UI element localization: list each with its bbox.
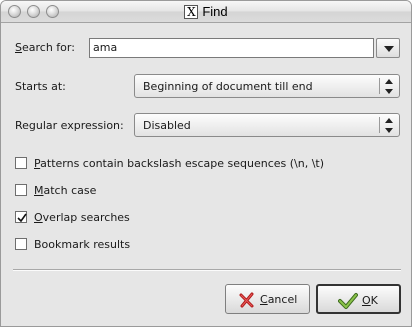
- up-down-arrows-icon: [385, 79, 394, 94]
- separator: [13, 269, 401, 271]
- option-label: Overlap searches: [34, 211, 130, 224]
- starts-at-select[interactable]: Beginning of document till end: [134, 74, 400, 98]
- checkbox[interactable]: [15, 184, 27, 196]
- search-input[interactable]: ama: [89, 38, 374, 58]
- ok-label: OK: [362, 294, 378, 307]
- option-label: Bookmark results: [34, 238, 131, 251]
- title-bar: X Find: [1, 1, 411, 23]
- up-down-arrows-icon: [385, 118, 394, 133]
- cancel-label: Cancel: [260, 293, 298, 306]
- search-history-dropdown-button[interactable]: [376, 38, 400, 58]
- regex-select[interactable]: Disabled: [134, 113, 400, 137]
- green-check-icon: [338, 293, 358, 309]
- checkbox[interactable]: [15, 238, 27, 250]
- search-for-label: Search for:: [15, 41, 75, 54]
- select-divider: [379, 117, 380, 133]
- option-label: Match case: [34, 184, 97, 197]
- ok-button[interactable]: OK: [316, 284, 401, 314]
- regex-value: Disabled: [143, 119, 191, 132]
- starts-at-label: Starts at:: [15, 80, 66, 93]
- regex-label: Regular expression:: [15, 119, 124, 132]
- checkbox[interactable]: [15, 211, 27, 223]
- starts-at-value: Beginning of document till end: [143, 80, 313, 93]
- cancel-button[interactable]: Cancel: [225, 284, 310, 314]
- checkmark-icon: [17, 213, 27, 223]
- x-window-icon: X: [184, 4, 199, 19]
- window-title-group: X Find: [1, 4, 411, 19]
- option-label: Patterns contain backslash escape sequen…: [34, 157, 325, 170]
- red-x-icon: [239, 292, 254, 308]
- find-dialog: X Find Search for: ama Starts at: Beginni…: [0, 0, 412, 327]
- window-title: Find: [202, 4, 228, 19]
- checkbox[interactable]: [15, 157, 27, 169]
- chevron-down-icon: [384, 46, 394, 52]
- search-input-value: ama: [93, 41, 118, 54]
- select-divider: [379, 78, 380, 94]
